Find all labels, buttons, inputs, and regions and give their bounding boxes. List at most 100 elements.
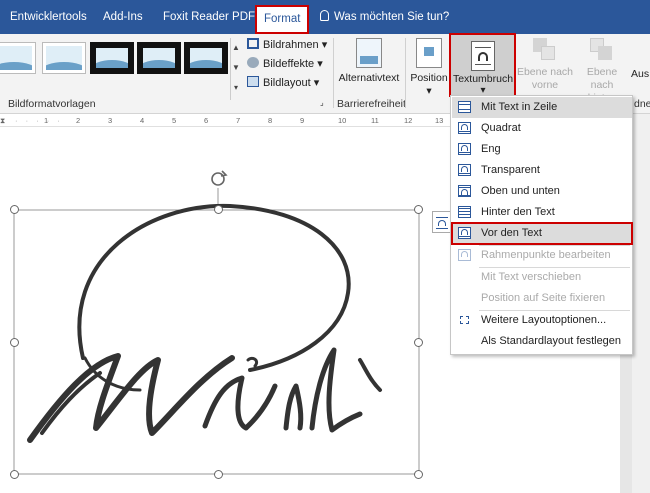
- menu-item-transparent[interactable]: Transparent: [452, 160, 632, 181]
- lightbulb-icon: [320, 10, 329, 21]
- resize-handle[interactable]: [10, 470, 19, 479]
- textumbruch-button[interactable]: Textumbruch ▾: [449, 33, 516, 97]
- more-layout-options-icon: [458, 314, 471, 326]
- picture-style-4[interactable]: [137, 42, 181, 74]
- word-window: Entwicklertools Add-Ins Foxit Reader PDF…: [0, 0, 650, 493]
- ruler-mark: 8: [268, 116, 273, 125]
- behind-text-icon: [458, 206, 471, 218]
- layout-options-icon[interactable]: [432, 211, 452, 233]
- menu-item-eng[interactable]: Eng: [452, 139, 632, 160]
- menu-item-label: Transparent: [481, 164, 540, 176]
- signature-image[interactable]: [0, 128, 460, 493]
- menu-item-label: Als Standardlayout festlegen: [481, 335, 622, 347]
- resize-handle[interactable]: [214, 470, 223, 479]
- ruler-mark: 5: [172, 116, 177, 125]
- gallery-more-icon[interactable]: ▾: [231, 78, 241, 98]
- tab-foxit-reader-pdf[interactable]: Foxit Reader PDF: [163, 0, 255, 34]
- ruler-mark: 3: [108, 116, 113, 125]
- inline-with-text-icon: [458, 101, 471, 113]
- picture-style-5[interactable]: [184, 42, 228, 74]
- tab-format[interactable]: Format: [255, 5, 310, 34]
- menu-item-label: Oben und unten: [481, 185, 560, 197]
- menu-item-label: Position auf Seite fixieren: [481, 292, 606, 304]
- picture-style-2[interactable]: [42, 42, 86, 74]
- menu-item-hinter-den-text[interactable]: Hinter den Text: [452, 202, 632, 223]
- picture-style-3[interactable]: [90, 42, 134, 74]
- ebene-nach-vorne-label-2: vorne: [531, 79, 559, 91]
- top-bottom-wrap-icon: [458, 185, 471, 197]
- chevron-up-icon[interactable]: ▲: [231, 38, 241, 58]
- picture-layout-icon: [247, 76, 259, 87]
- ruler-mark: 6: [204, 116, 209, 125]
- menu-item-label: Mit Text verschieben: [481, 271, 582, 283]
- resize-handle[interactable]: [10, 205, 19, 214]
- menu-item-rahmenpunkte-bearbeiten[interactable]: Rahmenpunkte bearbeiten: [452, 245, 632, 266]
- resize-handle[interactable]: [414, 470, 423, 479]
- bildeffekte-label: Bildeffekte: [263, 58, 315, 70]
- menu-item-label: Eng: [481, 143, 501, 155]
- menu-item-label: Weitere Layoutoptionen...: [481, 314, 607, 326]
- position-icon: [416, 38, 442, 68]
- resize-handle[interactable]: [214, 205, 223, 214]
- group-separator: [333, 38, 334, 108]
- menu-item-label: Mit Text in Zeile: [481, 101, 558, 113]
- ruler-mark: 2: [76, 116, 81, 125]
- menu-item-mit-text-verschieben[interactable]: Mit Text verschieben: [452, 267, 632, 288]
- menu-item-vor-den-text[interactable]: Vor den Text: [451, 222, 633, 245]
- tell-me-search[interactable]: Was möchten Sie tun?: [320, 0, 449, 34]
- bildrahmen-button[interactable]: Bildrahmen ▾: [247, 36, 327, 54]
- ruler-mark: 9: [300, 116, 305, 125]
- through-wrap-icon: [458, 164, 471, 176]
- bring-forward-icon: [533, 38, 557, 62]
- picture-border-icon: [247, 38, 259, 49]
- ausrichten-button-cut[interactable]: Aus: [631, 68, 649, 80]
- alternativtext-label: Alternativtext: [338, 72, 400, 84]
- tell-me-label: Was möchten Sie tun?: [334, 11, 450, 23]
- vertical-scrollbar[interactable]: [632, 114, 650, 493]
- tab-entwicklertools[interactable]: Entwicklertools: [10, 0, 87, 34]
- ruler-mark: 10: [338, 116, 347, 125]
- bildlayout-button[interactable]: Bildlayout ▾: [247, 74, 319, 92]
- ruler-mark: 7: [236, 116, 241, 125]
- resize-handle[interactable]: [10, 338, 19, 347]
- menu-item-oben-und-unten[interactable]: Oben und unten: [452, 181, 632, 202]
- menu-item-als-standardlayout-festlegen[interactable]: Als Standardlayout festlegen: [452, 331, 632, 352]
- position-label: Position: [410, 72, 448, 84]
- menu-item-position-auf-seite-fixieren[interactable]: Position auf Seite fixieren: [452, 288, 632, 309]
- in-front-of-text-icon: [458, 227, 471, 239]
- dialog-launcher-icon[interactable]: ⌟: [320, 98, 324, 107]
- ribbon-tab-bar: Entwicklertools Add-Ins Foxit Reader PDF…: [0, 0, 650, 34]
- group-label-bildformatvorlagen: Bildformatvorlagen: [8, 98, 96, 110]
- bildeffekte-button[interactable]: Bildeffekte ▾: [247, 55, 323, 73]
- chevron-down-icon: ▾: [426, 85, 432, 97]
- menu-item-quadrat[interactable]: Quadrat: [452, 118, 632, 139]
- chevron-down-icon[interactable]: ▼: [231, 58, 241, 78]
- group-separator: [405, 38, 406, 108]
- tab-add-ins[interactable]: Add-Ins: [103, 0, 143, 34]
- resize-handle[interactable]: [414, 205, 423, 214]
- alternativtext-button[interactable]: Alternativtext: [336, 38, 402, 85]
- group-label-anordnen-cut: dne: [634, 98, 650, 110]
- picture-style-1[interactable]: [0, 42, 36, 74]
- ruler-mark: 12: [404, 116, 413, 125]
- resize-handle[interactable]: [414, 338, 423, 347]
- ruler-mark: 1: [44, 116, 49, 125]
- horizontal-ruler[interactable]: ⧗ · · · · · 1 2 3 4 5 6 7 8 9 10 11 12 1…: [0, 114, 450, 127]
- menu-item-label: Vor den Text: [481, 227, 542, 239]
- ruler-mark: 11: [371, 116, 379, 125]
- image-selection-frame: [13, 209, 420, 475]
- menu-item-weitere-layoutoptionen[interactable]: Weitere Layoutoptionen...: [452, 310, 632, 331]
- rotation-handle-icon: [211, 170, 228, 186]
- picture-effects-icon: [247, 57, 259, 68]
- position-button[interactable]: Position ▾: [408, 38, 450, 98]
- menu-item-mit-text-in-zeile[interactable]: Mit Text in Zeile: [452, 97, 632, 118]
- menu-item-label: Hinter den Text: [481, 206, 555, 218]
- edit-wrap-points-icon: [458, 249, 471, 261]
- styles-gallery-scroll[interactable]: ▲ ▼ ▾: [230, 38, 241, 100]
- ebene-nach-vorne-button[interactable]: Ebene nach vorne: [516, 38, 574, 92]
- send-backward-icon: [590, 38, 614, 62]
- tight-wrap-icon: [458, 143, 471, 155]
- ruler-indent-marker[interactable]: ⧗: [0, 114, 5, 126]
- square-wrap-icon: [458, 122, 471, 134]
- menu-item-label: Rahmenpunkte bearbeiten: [481, 249, 611, 261]
